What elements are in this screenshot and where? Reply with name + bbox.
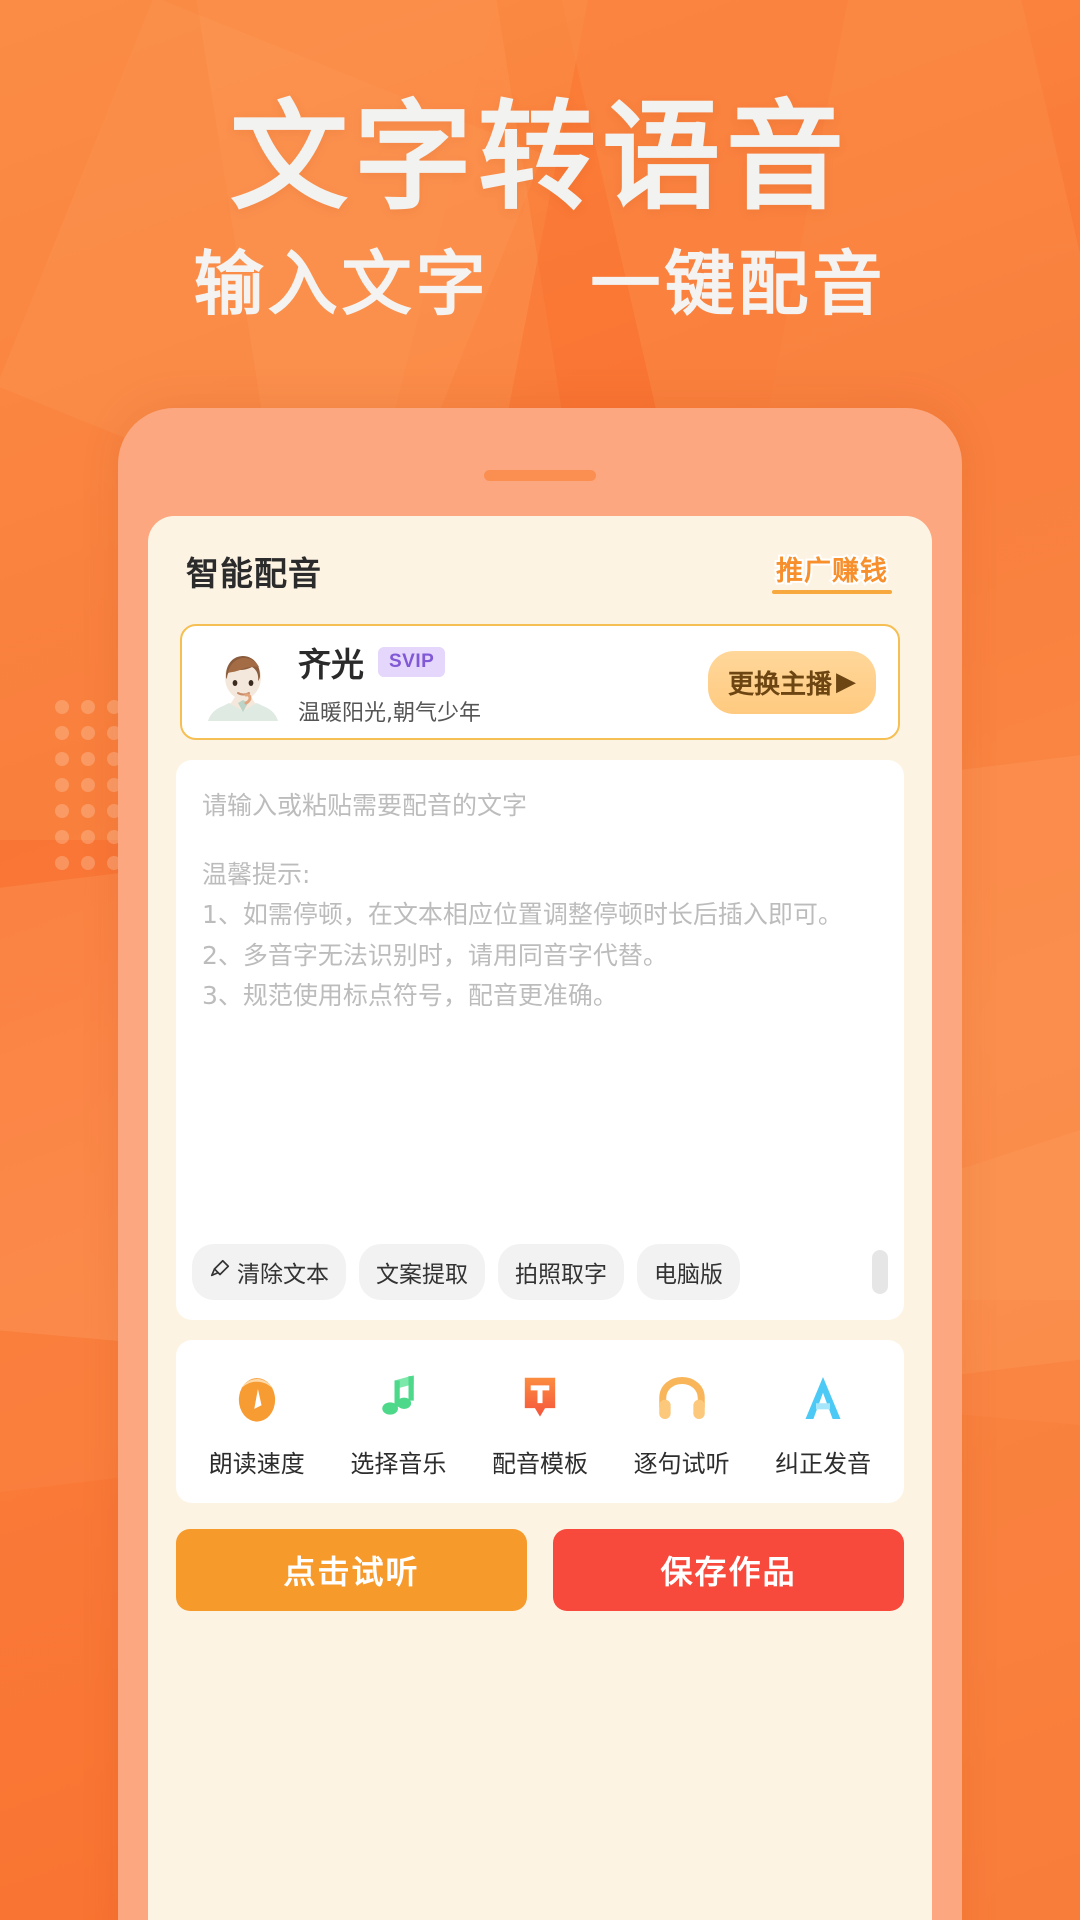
voice-description: 温暖阳光,朝气少年 [298, 700, 481, 726]
poster-subtitle: 输入文字 一键配音 [0, 242, 1080, 325]
preview-button[interactable]: 点击试听 [176, 1529, 527, 1611]
change-speaker-button[interactable]: 更换主播 ▶ [707, 650, 876, 714]
phone-mockup: 智能配音 推广赚钱 齐光 SVIP 温暖阳光,朝气少年 更换主播 ▶ 请输入或粘… [118, 408, 962, 1920]
placeholder-main: 请输入或粘贴需要配音的文字 [202, 791, 528, 820]
tips-title: 温馨提示: [202, 859, 311, 889]
feature-label: 配音模板 [491, 1450, 588, 1478]
voice-selector-card[interactable]: 齐光 SVIP 温暖阳光,朝气少年 更换主播 ▶ [180, 624, 900, 740]
text-editor-panel[interactable]: 请输入或粘贴需要配音的文字 温馨提示: 1、如需停顿，在文本相应位置调整停顿时长… [176, 760, 904, 1320]
action-bar: 点击试听 保存作品 [176, 1529, 904, 1611]
chip-extract-copy[interactable]: 文案提取 [359, 1244, 485, 1300]
feature-correct-pronunciation[interactable]: 纠正发音 [757, 1366, 889, 1479]
feature-sentence-preview[interactable]: 逐句试听 [616, 1366, 748, 1479]
voice-name: 齐光 [298, 644, 364, 684]
page-title: 智能配音 [186, 554, 322, 593]
voice-meta: 齐光 SVIP 温暖阳光,朝气少年 [298, 638, 708, 727]
feature-reading-speed[interactable]: 朗读速度 [191, 1366, 323, 1479]
chip-label: 文案提取 [376, 1262, 468, 1288]
chip-desktop-version[interactable]: 电脑版 [637, 1244, 740, 1300]
app-header: 智能配音 推广赚钱 [148, 516, 932, 602]
scrollbar-thumb[interactable] [872, 1250, 888, 1294]
brush-icon [209, 1258, 231, 1286]
chip-clear-text[interactable]: 清除文本 [192, 1244, 346, 1300]
poster-root: 文字转语音 输入文字 一键配音 智能配音 推广赚钱 齐光 SVIP 温暖阳光,朝… [0, 0, 1080, 1920]
poster-subtitle-left: 输入文字 [193, 242, 490, 325]
chevron-right-icon: ▶ [836, 667, 856, 697]
phone-speaker-bar [484, 470, 596, 481]
phone-screen: 智能配音 推广赚钱 齐光 SVIP 温暖阳光,朝气少年 更换主播 ▶ 请输入或粘… [148, 516, 932, 1920]
tip-2: 2、多音字无法识别时，请用同音字代替。 [202, 940, 668, 970]
chip-label: 电脑版 [654, 1262, 723, 1288]
feature-label: 朗读速度 [208, 1450, 305, 1478]
feature-select-music[interactable]: 选择音乐 [332, 1366, 464, 1479]
speed-gauge-icon [191, 1366, 323, 1430]
poster-subtitle-right: 一键配音 [590, 242, 887, 325]
feature-toolbar: 朗读速度 选择音乐 配音模板 逐句试听 纠正发音 [176, 1340, 904, 1503]
letter-a-icon [757, 1366, 889, 1430]
avatar [204, 643, 282, 721]
chip-label: 清除文本 [237, 1262, 329, 1288]
template-tag-icon [474, 1366, 606, 1430]
poster-headline: 文字转语音 输入文字 一键配音 [0, 88, 1080, 325]
feature-dubbing-template[interactable]: 配音模板 [474, 1366, 606, 1479]
change-speaker-label: 更换主播 [727, 669, 832, 700]
chip-photo-ocr[interactable]: 拍照取字 [498, 1244, 624, 1300]
editor-toolbar: 清除文本 文案提取 拍照取字 电脑版 [176, 1244, 904, 1300]
poster-title: 文字转语音 [229, 88, 850, 226]
chip-label: 拍照取字 [515, 1262, 607, 1288]
headphone-icon [616, 1366, 748, 1430]
voice-name-row: 齐光 SVIP [298, 638, 708, 686]
editor-placeholder: 请输入或粘贴需要配音的文字 温馨提示: 1、如需停顿，在文本相应位置调整停顿时长… [202, 786, 878, 1017]
feature-label: 选择音乐 [350, 1450, 447, 1478]
music-note-icon [332, 1366, 464, 1430]
tip-1: 1、如需停顿，在文本相应位置调整停顿时长后插入即可。 [202, 900, 843, 929]
status-badge-svip: SVIP [378, 646, 446, 677]
feature-label: 纠正发音 [775, 1450, 872, 1478]
save-button[interactable]: 保存作品 [553, 1529, 904, 1611]
placeholder-spacer [202, 827, 878, 855]
feature-label: 逐句试听 [633, 1450, 730, 1478]
promo-earn-money-button[interactable]: 推广赚钱 [770, 546, 894, 596]
tip-3: 3、规范使用标点符号，配音更准确。 [202, 981, 618, 1010]
